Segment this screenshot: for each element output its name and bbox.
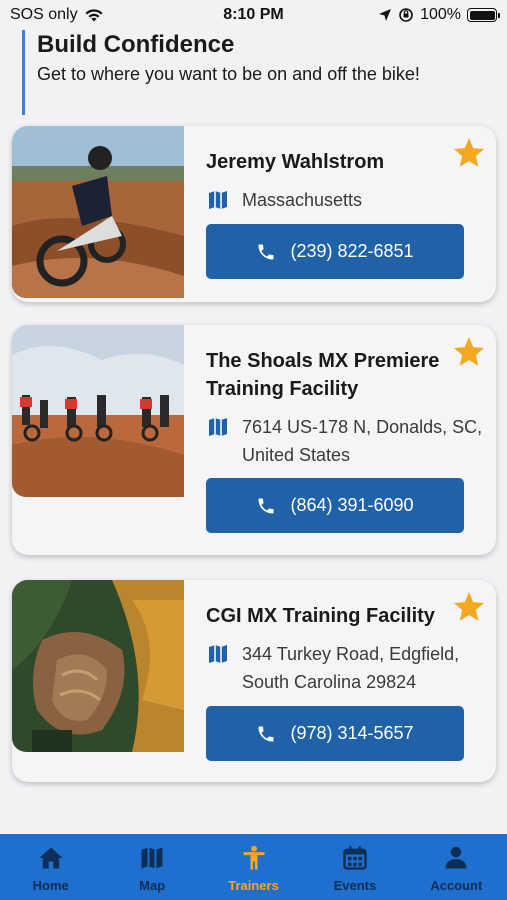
call-button-phone: (864) 391-6090 xyxy=(290,495,414,515)
favorite-star-icon[interactable] xyxy=(452,590,486,624)
trainer-location: Massachusetts xyxy=(206,186,496,214)
status-right: 100% xyxy=(378,6,500,24)
page-title: Build Confidence xyxy=(37,31,235,58)
trainer-icon xyxy=(243,845,265,870)
call-button-phone: (239) 822-6851 xyxy=(290,241,414,261)
favorite-star-icon[interactable] xyxy=(452,335,486,369)
trainer-location: 344 Turkey Road, Edgfield, South Carolin… xyxy=(206,640,496,696)
phone-icon xyxy=(258,244,274,259)
calendar-icon xyxy=(343,846,367,870)
trainer-card[interactable]: The Shoals MX Premiere Training Facility… xyxy=(12,325,496,555)
page-subtitle: Get to where you want to be on and off t… xyxy=(37,64,420,84)
call-button[interactable]: (239) 822-6851 xyxy=(206,224,464,279)
trainer-photo xyxy=(12,126,184,298)
carrier-label: SOS only xyxy=(10,6,78,23)
orientation-lock-icon xyxy=(399,8,413,22)
trainer-photo xyxy=(12,325,184,497)
tab-home[interactable]: Home xyxy=(0,834,101,900)
phone-icon xyxy=(258,726,274,741)
account-icon xyxy=(445,846,467,869)
trainer-card[interactable]: Jeremy Wahlstrom Massachusetts (239) 822… xyxy=(12,126,496,302)
tab-label: Map xyxy=(139,878,166,893)
trainer-location: 7614 US-178 N, Donalds, SC, United State… xyxy=(206,413,496,469)
trainer-location-text: Massachusetts xyxy=(242,190,363,210)
trainer-card[interactable]: CGI MX Training Facility 344 Turkey Road… xyxy=(12,580,496,782)
trainer-name: Jeremy Wahlstrom xyxy=(206,151,385,173)
map-icon xyxy=(209,191,227,209)
trainer-location-text: 344 Turkey Road, Edgfield, South Carolin… xyxy=(242,644,460,692)
trainer-name: The Shoals MX Premiere Training Facility xyxy=(206,350,440,400)
tab-events[interactable]: Events xyxy=(304,834,405,900)
map-icon xyxy=(209,645,227,663)
location-arrow-icon xyxy=(379,9,392,21)
map-icon xyxy=(141,847,163,869)
tab-label: Account xyxy=(430,878,483,893)
battery-icon xyxy=(467,8,500,22)
trainer-location-text: 7614 US-178 N, Donalds, SC, United State… xyxy=(242,417,483,465)
tab-label: Trainers xyxy=(228,878,279,893)
tab-trainers[interactable]: Trainers xyxy=(203,834,304,900)
status-left: SOS only xyxy=(10,6,104,24)
battery-percent: 100% xyxy=(420,6,461,23)
tab-label: Home xyxy=(32,878,69,893)
tab-map[interactable]: Map xyxy=(101,834,202,900)
tab-bar: Home Map Trainers Events Account xyxy=(0,834,507,900)
home-icon xyxy=(39,847,63,869)
tab-account[interactable]: Account xyxy=(406,834,507,900)
call-button[interactable]: (978) 314-5657 xyxy=(206,706,464,761)
trainer-name: CGI MX Training Facility xyxy=(206,605,435,627)
wifi-icon xyxy=(85,9,103,22)
status-bar: SOS only 8:10 PM 100% xyxy=(0,0,507,30)
intro-section: Build Confidence Get to where you want t… xyxy=(22,30,492,115)
trainer-photo xyxy=(12,580,184,752)
map-icon xyxy=(209,418,227,436)
call-button-phone: (978) 314-5657 xyxy=(290,723,414,743)
favorite-star-icon[interactable] xyxy=(452,136,486,170)
phone-icon xyxy=(258,498,274,513)
tab-label: Events xyxy=(333,878,377,893)
call-button[interactable]: (864) 391-6090 xyxy=(206,478,464,533)
